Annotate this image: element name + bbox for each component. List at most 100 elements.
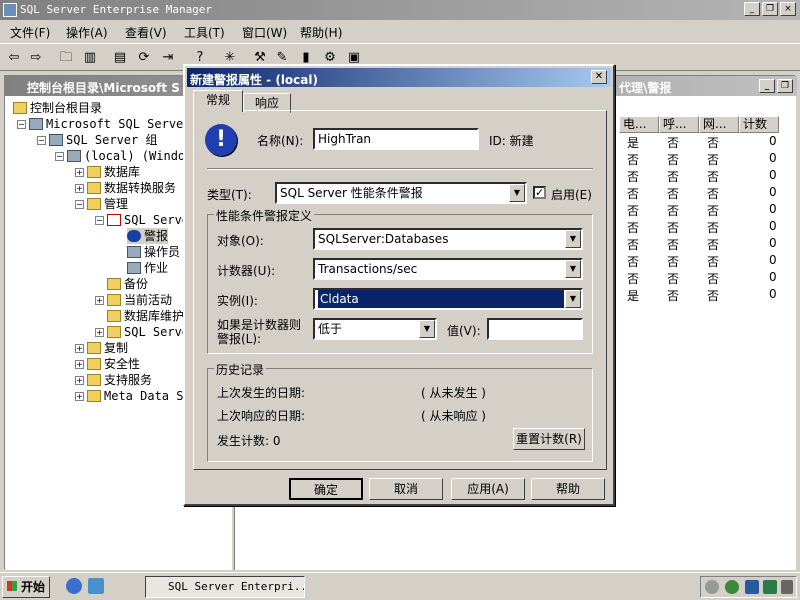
tray-sql-icon[interactable] xyxy=(725,580,739,594)
close-button[interactable]: × xyxy=(780,2,796,16)
tree-support-services[interactable]: + 支持服务 xyxy=(75,372,152,388)
list-cell: 0 xyxy=(769,270,777,284)
list-cell: 否 xyxy=(707,153,720,167)
tree-sql-servers[interactable]: − Microsoft SQL Servers xyxy=(17,116,198,132)
enable-checkbox[interactable]: ✓ xyxy=(533,186,546,199)
tree-backup[interactable]: 备份 xyxy=(107,276,148,292)
list-cell: 0 xyxy=(769,185,777,199)
tray-volume-icon[interactable] xyxy=(781,580,793,594)
export-icon[interactable]: ⇥ xyxy=(158,48,178,68)
list-cell: 否 xyxy=(627,187,640,201)
type-select[interactable]: SQL Server 性能条件警报 ▼ xyxy=(275,182,527,204)
maintenance-icon xyxy=(107,310,121,322)
tree-jobs[interactable]: 作业 xyxy=(127,260,168,276)
condition-select[interactable]: 低于 ▼ xyxy=(313,318,437,340)
tree-meta-data[interactable]: + Meta Data Ser xyxy=(75,388,198,404)
menu-file[interactable]: 文件(F) xyxy=(10,24,50,41)
server-group-icon xyxy=(49,134,63,146)
list-cell: 0 xyxy=(769,134,777,148)
explorer-icon[interactable] xyxy=(88,578,104,594)
tree-databases[interactable]: + 数据库 xyxy=(75,164,140,180)
console-restore-button[interactable]: ❐ xyxy=(777,79,793,93)
list-cell: 否 xyxy=(707,238,720,252)
menu-help[interactable]: 帮助(H) xyxy=(300,24,342,41)
history-group-title: 历史记录 xyxy=(214,361,267,378)
dialog-close-button[interactable]: ✕ xyxy=(591,70,607,84)
name-field[interactable]: HighTran xyxy=(313,128,479,150)
tree-dts[interactable]: + 数据转换服务 xyxy=(75,180,176,196)
occurrence-count: 发生计数: 0 xyxy=(217,434,281,448)
taskbar-app-button[interactable]: SQL Server Enterpri... xyxy=(145,576,305,598)
ie-icon[interactable] xyxy=(66,578,82,594)
last-response-value: ( 从未响应 ) xyxy=(421,409,486,423)
activity-icon xyxy=(107,294,121,306)
menu-view[interactable]: 查看(V) xyxy=(125,24,167,41)
server-running-icon xyxy=(67,150,81,162)
col-header-pager[interactable]: 呼... xyxy=(659,116,699,133)
list-cell: 否 xyxy=(667,272,680,286)
back-icon[interactable]: ⇦ xyxy=(4,48,24,68)
menu-window[interactable]: 窗口(W) xyxy=(242,24,287,41)
chevron-down-icon[interactable]: ▼ xyxy=(509,184,525,202)
tree-replication[interactable]: + 复制 xyxy=(75,340,128,356)
tray-monitor-icon[interactable] xyxy=(745,580,759,594)
list-cell: 否 xyxy=(627,221,640,235)
minimize-button[interactable]: _ xyxy=(744,2,760,16)
folder-icon xyxy=(13,102,27,114)
console-title-left: 控制台根目录\Microsoft S xyxy=(27,81,180,95)
col-header-email[interactable]: 电... xyxy=(619,116,659,133)
reset-count-button[interactable]: 重置计数(R) xyxy=(513,428,585,450)
chevron-down-icon[interactable]: ▼ xyxy=(419,320,435,338)
list-cell: 否 xyxy=(667,153,680,167)
tray-network-icon[interactable] xyxy=(705,580,719,594)
instance-select[interactable]: Cldata ▼ xyxy=(313,288,583,310)
system-tray xyxy=(700,576,797,598)
folder-icon xyxy=(87,182,101,194)
restore-button[interactable]: ❐ xyxy=(762,2,778,16)
tray-service-icon[interactable] xyxy=(763,580,777,594)
col-header-count[interactable]: 计数 xyxy=(739,116,779,133)
chevron-down-icon[interactable]: ▼ xyxy=(565,260,581,278)
menu-action[interactable]: 操作(A) xyxy=(66,24,108,41)
help-button[interactable]: 帮助 xyxy=(531,478,605,500)
tree-local-server[interactable]: − (local) (Windows xyxy=(55,148,200,164)
folder-icon xyxy=(87,342,101,354)
tree-maintenance[interactable]: 数据库维护 xyxy=(107,308,184,324)
cancel-button[interactable]: 取消 xyxy=(369,478,443,500)
start-button[interactable]: 开始 xyxy=(2,576,50,598)
tree-security[interactable]: + 安全性 xyxy=(75,356,140,372)
up-folder-icon[interactable]: 🗀 xyxy=(56,48,76,68)
chevron-down-icon[interactable]: ▼ xyxy=(565,290,581,308)
log-icon xyxy=(107,326,121,338)
last-response-label: 上次响应的日期: xyxy=(217,409,306,423)
tree-management[interactable]: − 管理 xyxy=(75,196,128,212)
list-cell: 是 xyxy=(627,136,640,150)
forward-icon[interactable]: ⇨ xyxy=(26,48,46,68)
tree-root[interactable]: 控制台根目录 xyxy=(13,100,102,116)
show-tree-icon[interactable]: ▥ xyxy=(80,48,100,68)
col-header-net[interactable]: 网... xyxy=(699,116,739,133)
value-field[interactable] xyxy=(487,318,583,340)
tree-alerts[interactable]: 警报 xyxy=(127,228,169,244)
chevron-down-icon[interactable]: ▼ xyxy=(565,230,581,248)
last-occurred-label: 上次发生的日期: xyxy=(217,386,306,400)
refresh-icon[interactable]: ⟳ xyxy=(134,48,154,68)
ok-button[interactable]: 确定 xyxy=(289,478,363,500)
tree-operators[interactable]: 操作员 xyxy=(127,244,180,260)
list-cell: 否 xyxy=(707,187,720,201)
tree-current-activity[interactable]: + 当前活动 xyxy=(95,292,172,308)
apply-button[interactable]: 应用(A) xyxy=(451,478,525,500)
tree-sql-group[interactable]: − SQL Server 组 xyxy=(37,132,157,148)
properties-icon[interactable]: ▤ xyxy=(110,48,130,68)
console-minimize-button[interactable]: _ xyxy=(759,79,775,93)
counter-select[interactable]: Transactions/sec ▼ xyxy=(313,258,583,280)
app-title: SQL Server Enterprise Manager xyxy=(20,3,213,16)
menu-tools[interactable]: 工具(T) xyxy=(184,24,225,41)
list-cell: 否 xyxy=(667,289,680,303)
list-cell: 否 xyxy=(707,221,720,235)
object-select[interactable]: SQLServer:Databases ▼ xyxy=(313,228,583,250)
id-text: ID: 新建 xyxy=(489,134,534,148)
list-cell: 否 xyxy=(667,255,680,269)
tab-general[interactable]: 常规 xyxy=(193,90,243,112)
list-cell: 否 xyxy=(707,136,720,150)
